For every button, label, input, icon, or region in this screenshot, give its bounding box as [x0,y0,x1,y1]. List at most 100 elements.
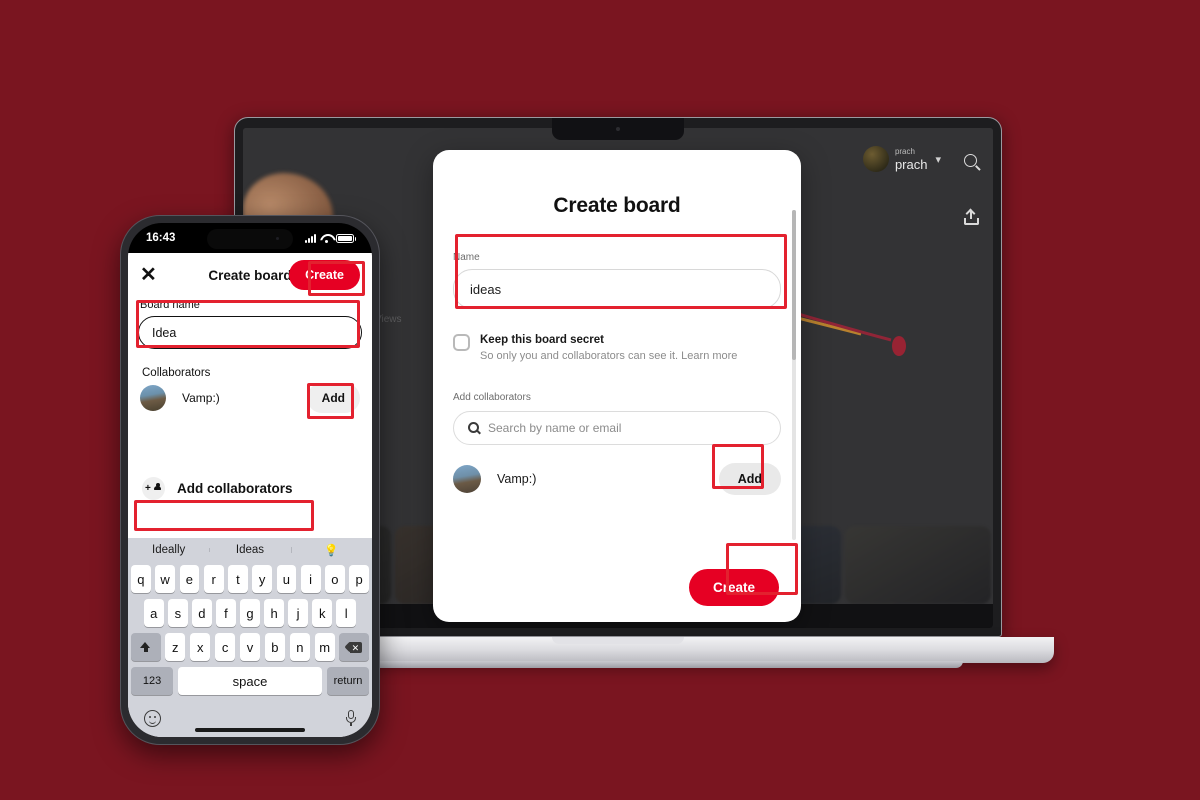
add-person-icon: + [142,477,165,500]
battery-full-icon [336,233,356,243]
phone-device: 16:43 ✕ Create board Create Board name I… [120,215,380,745]
cellular-signal-icon [305,233,316,243]
key[interactable]: n [289,633,311,661]
collaborator-row: Vamp:) Add [453,462,781,495]
shift-icon[interactable] [131,633,161,661]
avatar [140,385,166,411]
key[interactable]: l [336,599,357,627]
key[interactable]: o [325,565,345,593]
phone-header: ✕ Create board Create [128,253,372,297]
secret-checkbox[interactable] [453,334,470,351]
board-name-label: Name [453,252,480,263]
collaborator-search-box[interactable]: Search by name or email [453,410,781,445]
numbers-key[interactable]: 123 [131,667,174,695]
suggestion-1[interactable]: Ideally [128,544,209,556]
close-icon[interactable]: ✕ [140,265,157,285]
status-icons [305,233,356,243]
collaborator-row: Vamp:) Add [128,383,372,413]
add-collaborator-button[interactable]: Add [306,383,360,413]
key[interactable]: e [179,565,200,593]
key[interactable]: i [300,565,321,593]
board-name-field-group: Board name [128,297,372,349]
emoji-icon[interactable] [144,709,161,727]
keyboard-row-2: a s d f g h j k l [131,599,369,627]
create-board-button[interactable]: Create [289,260,360,290]
keyboard-suggestion-bar: Ideally Ideas 💡 [128,538,372,561]
key[interactable]: c [214,633,236,661]
collaborator-name: Vamp:) [182,391,220,405]
add-collaborators-label: Add collaborators [177,481,293,496]
board-name-input[interactable] [453,269,781,309]
avatar [453,464,481,493]
return-key[interactable]: return [326,667,369,695]
keyboard-row-3: z x c v b n m ✕ [131,633,369,661]
laptop-trackpad-notch [552,637,684,644]
key[interactable]: f [216,599,236,627]
dynamic-island [207,229,293,249]
secret-title: Keep this board secret [480,334,604,346]
key[interactable]: t [228,565,248,593]
key[interactable]: p [349,565,369,593]
secret-text-group: Keep this board secret So only you and c… [480,333,737,364]
home-indicator[interactable] [195,728,305,732]
key[interactable]: a [143,599,164,627]
microphone-icon[interactable] [346,710,356,726]
board-name-field-group: Name [453,252,781,309]
key[interactable]: s [168,599,188,627]
key[interactable]: r [203,565,224,593]
key[interactable]: d [192,599,212,627]
key[interactable]: g [240,599,260,627]
share-icon[interactable] [964,208,979,225]
laptop-camera-icon [616,127,620,131]
key[interactable]: j [288,599,308,627]
secret-subtitle: So only you and collaborators can see it… [480,350,738,363]
chevron-down-icon[interactable]: ▾ [935,153,941,166]
phone-status-bar: 16:43 [128,223,372,253]
key[interactable]: u [276,565,297,593]
key[interactable]: b [264,633,286,661]
collaborators-label: Collaborators [142,367,211,379]
add-collaborator-button[interactable]: Add [718,462,781,495]
thumbnail [845,526,991,604]
screenshot-stage: prach prach ▾ Views Create board Name id… [0,0,1200,800]
create-board-modal: Create board Name Keep this board secret… [433,150,801,622]
modal-scrollbar[interactable] [792,210,796,540]
secret-toggle-row[interactable]: Keep this board secret So only you and c… [453,333,781,364]
lightbulb-icon[interactable]: 💡 [290,543,372,557]
search-icon[interactable] [964,154,977,167]
phone-app: ✕ Create board Create Board name Collabo… [128,253,372,737]
keyboard-row-4: 123 space return [131,667,369,695]
laptop-camera-notch [552,118,684,140]
keyboard-row-1: q w e r t y u i o p [131,565,369,593]
key[interactable]: y [252,565,272,593]
phone-keyboard: Ideally Ideas 💡 q w e r t y u i o p a s … [128,538,372,737]
key[interactable]: q [131,565,151,593]
phone-screen: 16:43 ✕ Create board Create Board name I… [128,223,372,737]
add-collaborators-label: Add collaborators [453,391,531,403]
key[interactable]: z [165,633,186,661]
keyboard-rows: q w e r t y u i o p a s d f g h j k l z … [128,561,372,695]
add-collaborators-row[interactable]: + Add collaborators [128,477,372,500]
key[interactable]: h [264,599,284,627]
key[interactable]: m [314,633,335,661]
suggestion-2[interactable]: Ideas [209,544,290,556]
wifi-icon [320,234,332,243]
status-time: 16:43 [146,232,176,244]
key[interactable]: x [189,633,211,661]
key[interactable]: v [239,633,261,661]
avatar [862,146,889,172]
backspace-icon[interactable]: ✕ [339,633,369,661]
profile-names: prach prach [894,146,928,172]
collaborator-name: Vamp:) [497,471,537,486]
profile-menu[interactable]: prach prach ▾ [862,146,941,172]
profile-name: prach [894,156,928,172]
board-name-input[interactable] [138,316,362,349]
space-key[interactable]: space [177,667,323,695]
create-board-button[interactable]: Create [688,569,779,606]
key[interactable]: w [155,565,175,593]
collaborator-search-placeholder: Search by name or email [488,420,622,435]
profile-handle: prach [894,146,915,156]
key[interactable]: k [312,599,332,627]
modal-title: Create board [553,194,681,217]
board-name-label: Board name [140,299,200,311]
